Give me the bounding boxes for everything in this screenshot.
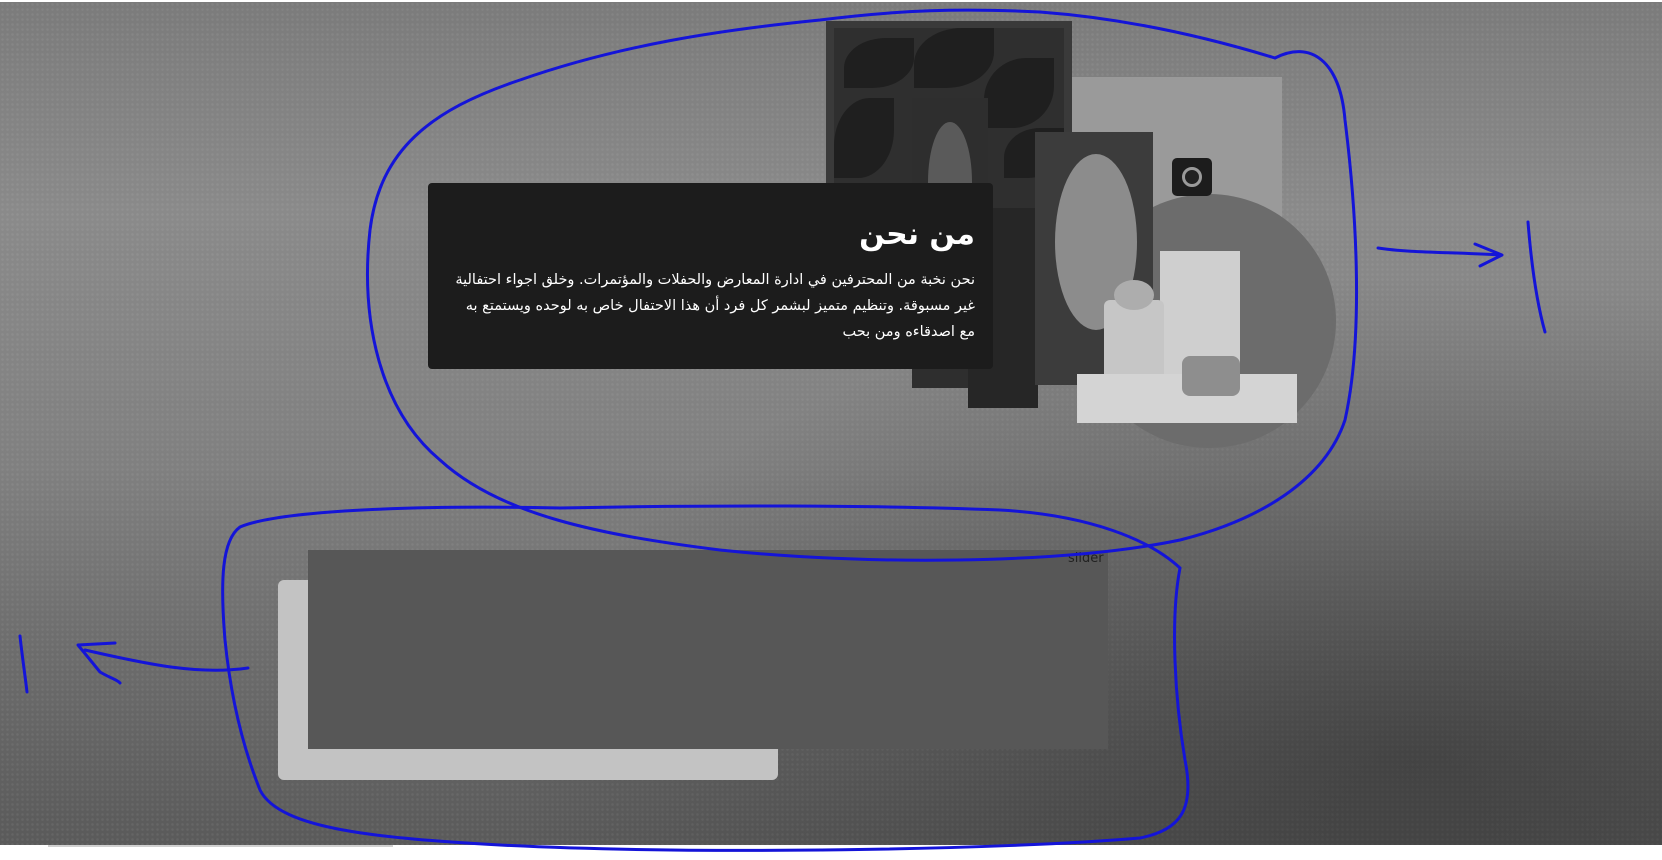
about-description: نحن نخبة من المحترفين في ادارة المعارض و… — [455, 272, 975, 340]
camera-icon — [1172, 158, 1212, 196]
about-title: من نحن — [859, 217, 975, 252]
bottom-divider — [48, 845, 393, 847]
page: من نحن نحن نخبة من المحترفين في ادارة ال… — [0, 0, 1662, 860]
slider-panel[interactable] — [308, 550, 1108, 749]
about-card: من نحن نحن نخبة من المحترفين في ادارة ال… — [428, 183, 993, 369]
bottom-strip — [0, 845, 1662, 860]
marble-cylinder-top — [1114, 280, 1154, 310]
leaf-icon — [914, 28, 994, 88]
leaf-icon — [834, 98, 894, 178]
marble-disc — [1182, 356, 1240, 396]
leaf-icon — [844, 38, 914, 88]
leaf-icon — [984, 58, 1054, 128]
slider-label: slider — [1068, 551, 1104, 566]
